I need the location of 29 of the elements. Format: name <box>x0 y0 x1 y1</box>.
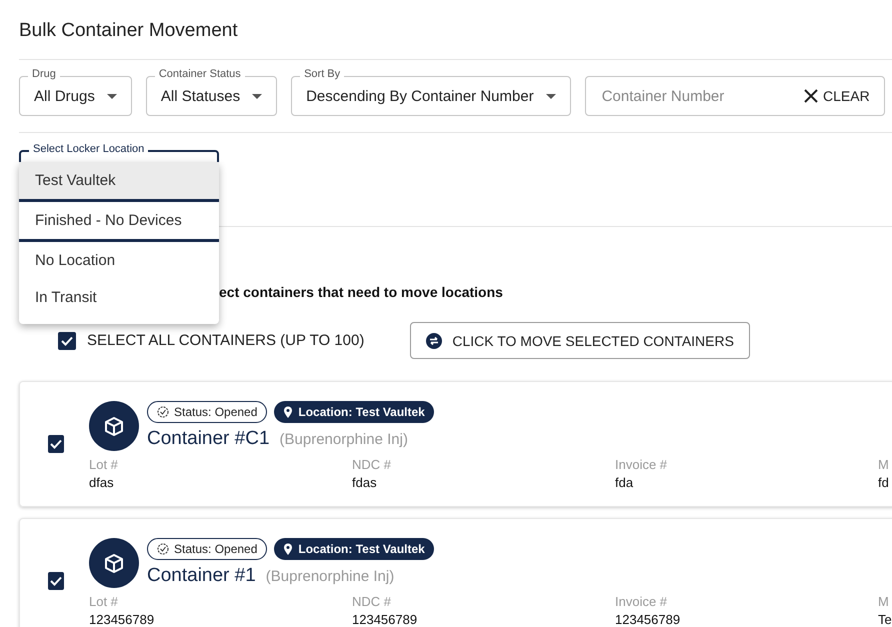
field-label: NDC # <box>352 594 392 608</box>
filter-label: Sort By <box>300 68 344 80</box>
location-badge: Location: Test Vaultek <box>274 538 434 560</box>
field-label: M <box>878 594 890 608</box>
field-value: Te <box>878 612 892 626</box>
drug-name: (Buprenorphine Inj) <box>280 430 408 448</box>
status-badge: Status: Opened <box>147 538 268 560</box>
field-value: fd <box>878 474 890 490</box>
filter-label: Container Status <box>154 68 245 80</box>
field-value: 123456789 <box>352 612 418 626</box>
field-value: fda <box>615 474 634 490</box>
field-label: Invoice # <box>615 456 668 472</box>
field-label: Lot # <box>89 594 119 608</box>
field-label: M <box>878 456 890 472</box>
field-value: dfas <box>89 474 115 490</box>
field-label: Invoice # <box>615 594 668 608</box>
status-badge: Status: Opened <box>147 400 268 422</box>
container-name: Container #C1 <box>147 428 270 450</box>
instruction-text: ect containers that need to move locations <box>219 284 503 300</box>
drug-name: (Buprenorphine Inj) <box>266 568 394 584</box>
filter-label: Drug <box>28 68 60 80</box>
field-value: 123456789 <box>615 612 682 626</box>
field-value: fdas <box>352 474 378 490</box>
container-name: Container #1 <box>147 564 256 586</box>
field-label: Lot # <box>89 456 119 472</box>
page-title: Bulk Container Movement <box>19 19 239 39</box>
field-label: NDC # <box>352 456 392 472</box>
field-value: 123456789 <box>89 612 156 626</box>
location-badge: Location: Test Vaultek <box>274 400 434 422</box>
